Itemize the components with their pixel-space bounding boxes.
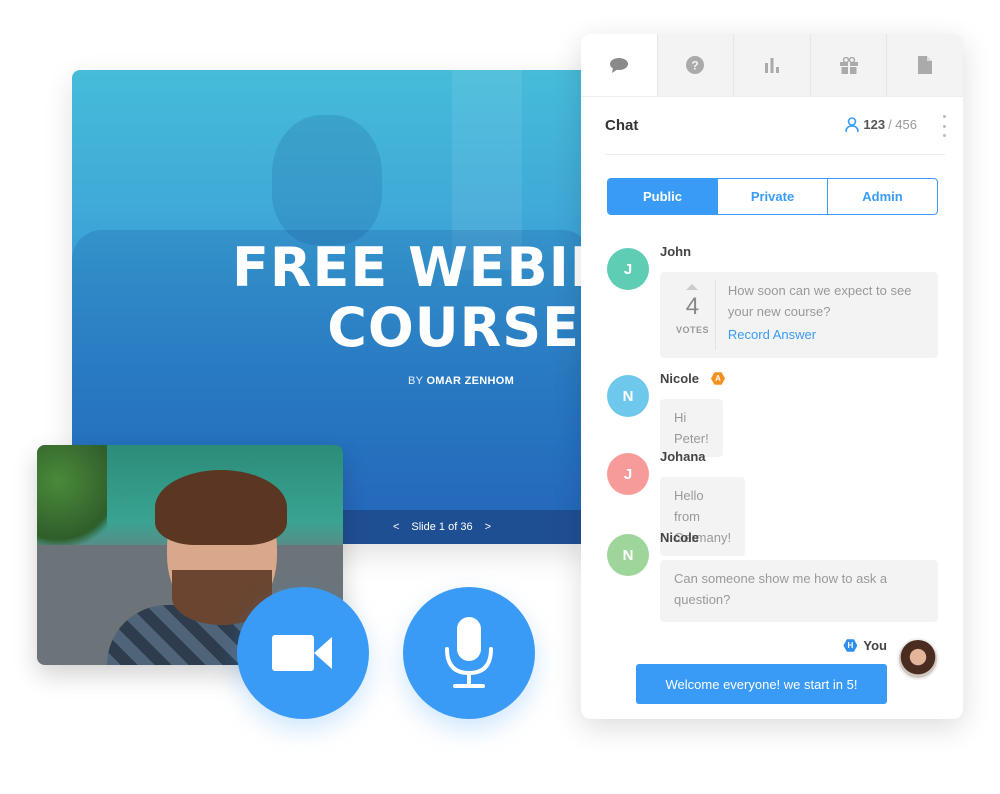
slide-title-line-2: COURSE — [327, 296, 580, 359]
sender-name: Nicole — [660, 530, 700, 545]
slide-title-line-1: FREE WEBIN — [232, 236, 592, 299]
upvote-arrow-icon[interactable] — [686, 284, 699, 290]
avatar: J — [607, 248, 649, 290]
vote-count: 4 — [685, 293, 700, 320]
microphone-icon — [445, 617, 493, 688]
avatar: N — [607, 534, 649, 576]
video-toggle-button[interactable] — [237, 587, 369, 719]
question-bubble: 4 VOTES How soon can we expect to see yo… — [660, 272, 938, 358]
record-answer-link[interactable]: Record Answer — [728, 324, 928, 345]
chat-header: Chat 123 / 456 — [605, 97, 947, 155]
question-text: How soon can we expect to see your new c… — [727, 283, 912, 319]
attendees-current: 123 — [863, 117, 886, 132]
attendees-total: / 456 — [888, 117, 917, 132]
tab-offers[interactable] — [809, 34, 887, 96]
chat-panel: ? Chat 123 / 456 Public Private Admin J … — [581, 34, 963, 719]
tab-questions[interactable]: ? — [656, 34, 734, 96]
microphone-toggle-button[interactable] — [403, 587, 535, 719]
avatar: N — [607, 375, 649, 417]
video-camera-icon — [272, 635, 332, 671]
sender-name: Nicole — [660, 371, 700, 386]
tab-handouts[interactable] — [886, 34, 963, 96]
slide-background-person — [272, 115, 382, 245]
vote-column: 4 VOTES — [670, 280, 716, 350]
attendee-count: 123 / 456 — [845, 117, 917, 132]
question-content: How soon can we expect to see your new c… — [716, 280, 928, 350]
document-icon — [918, 56, 933, 74]
chat-bubble-icon — [609, 58, 628, 73]
panel-tabs: ? — [581, 34, 963, 97]
self-name: You — [863, 638, 887, 653]
more-options-icon[interactable] — [941, 115, 947, 137]
slide-prev-button[interactable]: < — [393, 521, 399, 533]
webcam-hair — [155, 470, 287, 545]
sender-name: John — [660, 244, 692, 259]
slide-title: FREE WEBIN COURSE — [232, 238, 592, 359]
self-avatar — [897, 638, 939, 680]
segment-public[interactable]: Public — [608, 179, 717, 214]
segment-private[interactable]: Private — [717, 179, 827, 214]
byline-prefix: BY — [408, 375, 424, 387]
gift-icon — [839, 56, 858, 74]
self-message-bubble: Welcome everyone! we start in 5! — [636, 664, 887, 704]
slide-counter: Slide 1 of 36 — [411, 521, 473, 533]
message-bubble: Can someone show me how to ask a questio… — [660, 560, 938, 622]
svg-text:?: ? — [692, 59, 699, 73]
slide-next-button[interactable]: > — [485, 521, 491, 533]
sender-name: Johana — [660, 449, 706, 464]
self-name-row: H You — [843, 638, 887, 653]
chat-audience-switcher: Public Private Admin — [607, 178, 938, 215]
byline-author: OMAR ZENHOM — [426, 375, 515, 387]
question-icon: ? — [686, 56, 705, 74]
chat-title: Chat — [605, 117, 639, 134]
tab-chat[interactable] — [581, 34, 657, 96]
votes-label: VOTES — [675, 325, 709, 335]
tab-polls[interactable] — [733, 34, 810, 96]
admin-badge-icon: A — [711, 372, 726, 385]
segment-admin[interactable]: Admin — [827, 179, 937, 214]
sender-name-row: Nicole A — [660, 371, 726, 386]
user-icon — [845, 117, 860, 132]
avatar: J — [607, 453, 649, 495]
slide-byline: BY OMAR ZENHOM — [408, 375, 514, 387]
poll-chart-icon — [764, 58, 779, 73]
host-badge-icon: H — [843, 639, 858, 652]
